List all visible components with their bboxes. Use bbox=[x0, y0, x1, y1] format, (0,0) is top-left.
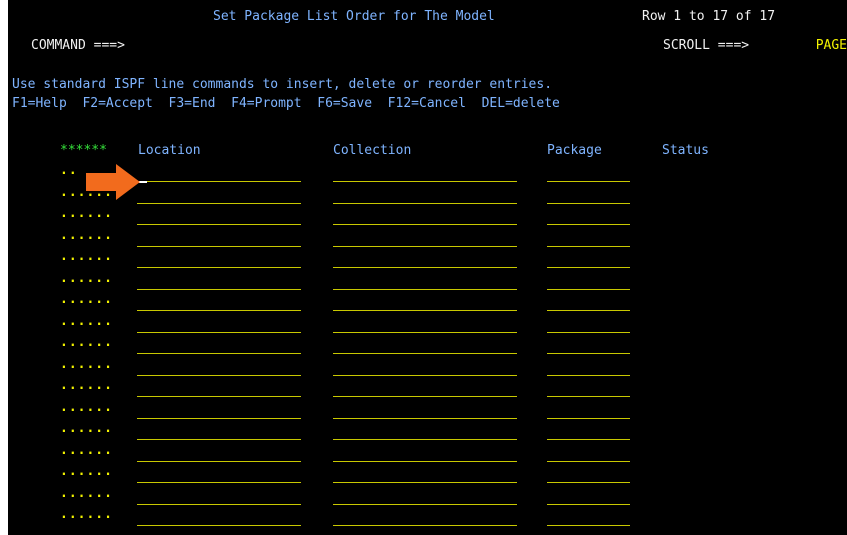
line-command-field[interactable]: ...... bbox=[60, 314, 113, 330]
table-row: ...... bbox=[8, 292, 847, 313]
collection-field[interactable] bbox=[333, 181, 517, 182]
location-field[interactable] bbox=[137, 181, 301, 182]
location-field[interactable] bbox=[137, 310, 301, 311]
location-field[interactable] bbox=[137, 439, 301, 440]
ispf-terminal-screen: Set Package List Order for The Model Row… bbox=[8, 0, 847, 535]
collection-field[interactable] bbox=[333, 353, 517, 354]
package-field[interactable] bbox=[547, 310, 630, 311]
location-field[interactable] bbox=[137, 288, 301, 290]
table-row: ...... bbox=[8, 206, 847, 227]
location-field[interactable] bbox=[137, 224, 301, 225]
package-field[interactable] bbox=[547, 245, 630, 247]
scroll-value-field[interactable]: PAGE bbox=[816, 38, 847, 54]
location-field[interactable] bbox=[137, 482, 301, 483]
line-command-field[interactable]: ...... bbox=[60, 357, 113, 373]
table-row: ...... bbox=[8, 443, 847, 464]
collection-field[interactable] bbox=[333, 460, 517, 462]
location-field[interactable] bbox=[137, 245, 301, 247]
collection-field[interactable] bbox=[333, 224, 517, 225]
location-field[interactable] bbox=[137, 202, 301, 204]
collection-field[interactable] bbox=[333, 417, 517, 419]
package-field[interactable] bbox=[547, 288, 630, 290]
location-field[interactable] bbox=[137, 525, 301, 526]
line-command-field[interactable]: ...... bbox=[60, 292, 113, 308]
location-field[interactable] bbox=[137, 353, 301, 354]
table-row: ...... bbox=[8, 249, 847, 270]
line-command-field[interactable]: ...... bbox=[60, 443, 113, 459]
table-row: ...... bbox=[8, 271, 847, 292]
table-row: ...... bbox=[8, 421, 847, 442]
location-field[interactable] bbox=[137, 460, 301, 462]
collection-field[interactable] bbox=[333, 482, 517, 483]
collection-field[interactable] bbox=[333, 310, 517, 311]
line-command-field[interactable]: ...... bbox=[60, 464, 113, 480]
panel-title: Set Package List Order for The Model bbox=[213, 9, 495, 24]
collection-field[interactable] bbox=[333, 331, 517, 333]
table-row: ...... bbox=[8, 507, 847, 528]
orange-arrow-icon bbox=[86, 164, 140, 200]
table-row: ...... bbox=[8, 486, 847, 507]
location-field[interactable] bbox=[137, 417, 301, 419]
collection-field[interactable] bbox=[333, 396, 517, 397]
line-command-field[interactable]: ...... bbox=[60, 249, 113, 265]
package-field[interactable] bbox=[547, 181, 630, 182]
line-command-field[interactable]: ...... bbox=[60, 400, 113, 416]
line-command-field[interactable]: ...... bbox=[60, 507, 113, 523]
package-field[interactable] bbox=[547, 374, 630, 376]
collection-field[interactable] bbox=[333, 202, 517, 204]
package-field[interactable] bbox=[547, 460, 630, 462]
package-field[interactable] bbox=[547, 224, 630, 225]
line-command-field[interactable]: ...... bbox=[60, 486, 113, 502]
line-command-field[interactable]: ...... bbox=[60, 206, 113, 222]
table-row: ...... bbox=[8, 400, 847, 421]
line-command-field[interactable]: ...... bbox=[60, 421, 113, 437]
package-field[interactable] bbox=[547, 396, 630, 397]
package-field[interactable] bbox=[547, 331, 630, 333]
function-keys-line: F1=Help F2=Accept F3=End F4=Prompt F6=Sa… bbox=[12, 96, 560, 111]
collection-field[interactable] bbox=[333, 267, 517, 268]
line-command-field[interactable]: ...... bbox=[60, 335, 113, 351]
header-marker: ****** bbox=[60, 143, 107, 158]
package-field[interactable] bbox=[547, 439, 630, 440]
location-field[interactable] bbox=[137, 503, 301, 505]
package-field[interactable] bbox=[547, 503, 630, 505]
package-field[interactable] bbox=[547, 353, 630, 354]
collection-field[interactable] bbox=[333, 525, 517, 526]
table-row: ...... bbox=[8, 357, 847, 378]
column-header-location: Location bbox=[138, 143, 201, 158]
package-field[interactable] bbox=[547, 482, 630, 483]
row-indicator: Row 1 to 17 of 17 bbox=[642, 9, 776, 24]
column-header-status: Status bbox=[662, 143, 709, 158]
line-command-field[interactable]: ...... bbox=[60, 228, 113, 244]
package-field[interactable] bbox=[547, 417, 630, 419]
table-row: ...... bbox=[8, 378, 847, 399]
table-row: ...... bbox=[8, 228, 847, 249]
command-label: COMMAND ===> bbox=[31, 38, 125, 53]
location-field[interactable] bbox=[137, 331, 301, 333]
collection-field[interactable] bbox=[333, 503, 517, 505]
line-command-field[interactable]: .. bbox=[60, 163, 78, 179]
package-field[interactable] bbox=[547, 525, 630, 526]
collection-field[interactable] bbox=[333, 245, 517, 247]
table-row: ...... bbox=[8, 335, 847, 356]
line-command-field[interactable]: ...... bbox=[60, 271, 113, 287]
location-field[interactable] bbox=[137, 267, 301, 268]
location-field[interactable] bbox=[137, 396, 301, 397]
collection-field[interactable] bbox=[333, 288, 517, 290]
location-field[interactable] bbox=[137, 374, 301, 376]
column-header-package: Package bbox=[547, 143, 602, 158]
table-row: ...... bbox=[8, 464, 847, 485]
scroll-label: SCROLL ===> bbox=[663, 38, 750, 53]
column-header-collection: Collection bbox=[333, 143, 412, 158]
package-field[interactable] bbox=[547, 202, 630, 204]
table-row: ...... bbox=[8, 314, 847, 335]
instruction-text: Use standard ISPF line commands to inser… bbox=[12, 77, 553, 92]
command-input[interactable] bbox=[184, 44, 644, 58]
line-command-field[interactable]: ...... bbox=[60, 378, 113, 394]
collection-field[interactable] bbox=[333, 439, 517, 440]
collection-field[interactable] bbox=[333, 374, 517, 376]
package-field[interactable] bbox=[547, 267, 630, 268]
